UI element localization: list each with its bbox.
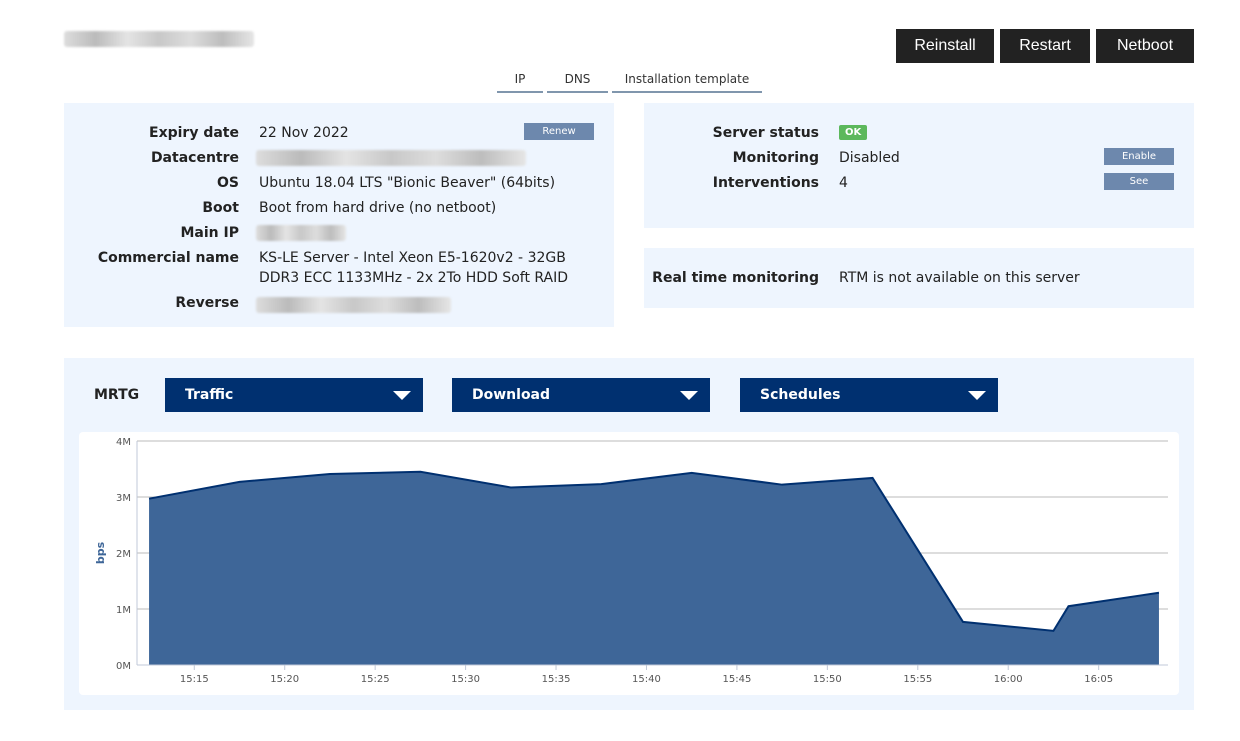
traffic-chart: 0M 1M 2M 3M 4M 15:15 15:20 15:25 15:30 15:35 15:40… (94, 437, 1168, 685)
x-tick-label: 15:20 (270, 674, 299, 685)
x-tick-label: 15:55 (903, 674, 932, 685)
monitoring-value: Disabled (839, 150, 900, 166)
restart-button[interactable]: Restart (1000, 29, 1090, 63)
netboot-button[interactable]: Netboot (1096, 29, 1194, 63)
boot-label: Boot (202, 200, 239, 216)
reinstall-button[interactable]: Reinstall (896, 29, 994, 63)
commercial-name-value: KS-LE Server - Intel Xeon E5-1620v2 - 32… (259, 250, 569, 286)
period-select-value: Schedules (760, 387, 841, 403)
x-tick-label: 15:40 (632, 674, 661, 685)
direction-select-value: Download (472, 387, 551, 403)
x-tick-label: 16:05 (1084, 674, 1113, 685)
datacentre-redacted (256, 150, 526, 166)
chevron-down-icon (680, 391, 698, 400)
enable-monitoring-button[interactable]: Enable (1104, 148, 1174, 165)
chart-container: 0M 1M 2M 3M 4M 15:15 15:20 15:25 15:30 15:35 15:40… (79, 432, 1179, 695)
x-tick-label: 15:45 (722, 674, 751, 685)
x-tick-label: 15:35 (542, 674, 571, 685)
server-name-redacted (64, 31, 254, 47)
chevron-down-icon (393, 391, 411, 400)
rtm-value: RTM is not available on this server (839, 270, 1080, 286)
server-status-label: Server status (712, 125, 819, 141)
os-value: Ubuntu 18.04 LTS "Bionic Beaver" (64bits… (259, 175, 556, 191)
period-select[interactable]: Schedules (740, 378, 998, 412)
x-tick-label: 15:15 (180, 674, 209, 685)
expiry-value: 22 Nov 2022 (259, 125, 349, 141)
datacentre-label: Datacentre (150, 150, 239, 166)
y-tick-label: 3M (116, 493, 131, 504)
x-tick-label: 15:25 (361, 674, 390, 685)
main-ip-label: Main IP (180, 225, 240, 241)
interventions-value: 4 (839, 175, 848, 191)
mrtg-label: MRTG (94, 387, 140, 403)
x-tick-label: 15:50 (813, 674, 842, 685)
chevron-down-icon (968, 391, 986, 400)
y-tick-label: 0M (116, 661, 131, 672)
rtm-panel: Real time monitoring RTM is not availabl… (644, 248, 1194, 308)
tab-installation-template[interactable]: Installation template (612, 72, 762, 93)
direction-select[interactable]: Download (452, 378, 710, 412)
monitoring-label: Monitoring (732, 150, 819, 166)
type-select[interactable]: Traffic (165, 378, 423, 412)
status-badge: OK (839, 125, 868, 140)
x-tick-label: 16:00 (994, 674, 1023, 685)
interventions-label: Interventions (712, 175, 819, 191)
traffic-area (149, 471, 1159, 665)
tab-ip[interactable]: IP (497, 72, 543, 93)
see-interventions-button[interactable]: See (1104, 173, 1174, 190)
renew-button[interactable]: Renew (524, 123, 594, 140)
server-status-panel: Server status OK Monitoring Disabled Ena… (644, 103, 1194, 228)
server-info-panel: Expiry date 22 Nov 2022 Renew Datacentre… (64, 103, 614, 327)
y-tick-label: 1M (116, 605, 131, 616)
rtm-label: Real time monitoring (652, 270, 819, 286)
commercial-name-label: Commercial name (97, 250, 239, 266)
y-axis-label: bps (94, 541, 107, 564)
boot-value: Boot from hard drive (no netboot) (259, 200, 497, 216)
y-tick-label: 2M (116, 549, 131, 560)
os-label: OS (217, 175, 239, 191)
x-tick-label: 15:30 (451, 674, 480, 685)
tab-dns[interactable]: DNS (547, 72, 608, 93)
expiry-label: Expiry date (149, 125, 239, 141)
y-tick-label: 4M (116, 437, 131, 448)
type-select-value: Traffic (185, 387, 234, 403)
main-ip-redacted (256, 225, 346, 241)
reverse-redacted (256, 297, 451, 313)
reverse-label: Reverse (175, 295, 239, 311)
